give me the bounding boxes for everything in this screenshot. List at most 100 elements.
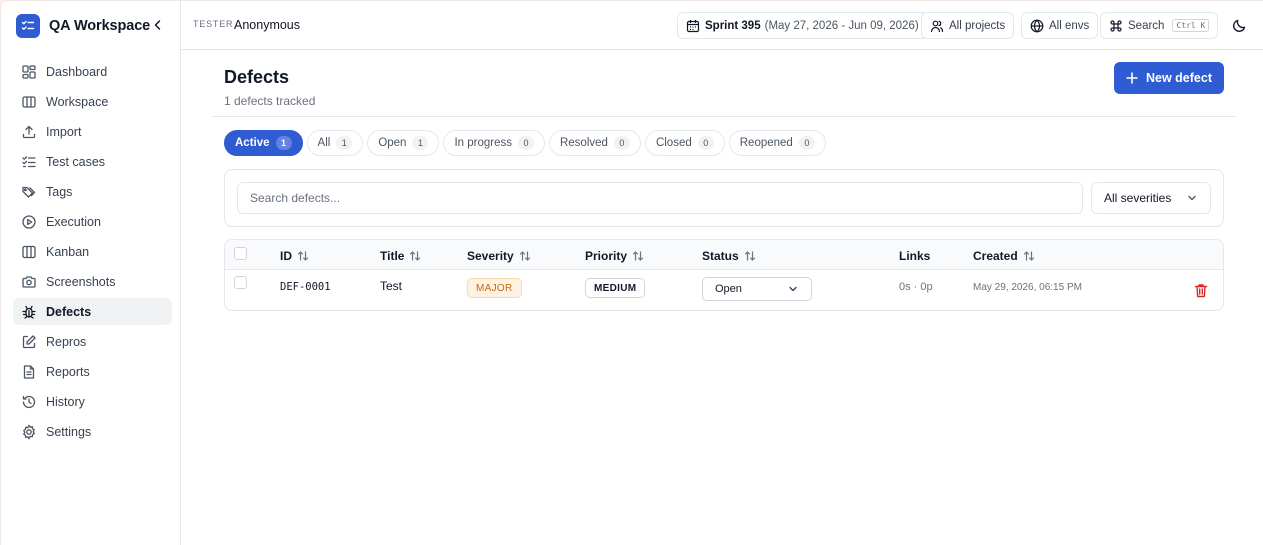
sidebar-item-label: Reports [46, 364, 90, 379]
new-defect-button[interactable]: New defect [1114, 62, 1224, 94]
sidebar-item-label: Screenshots [46, 274, 116, 289]
globe-icon [1030, 18, 1044, 33]
brand: QA Workspace [16, 13, 171, 39]
delete-defect-button[interactable] [1194, 283, 1208, 298]
sidebar-item-defects[interactable]: Defects [13, 298, 172, 325]
table-header: ID Title Severity Priority Status Links … [225, 240, 1223, 270]
trash-icon [1194, 284, 1208, 298]
theme-toggle-button[interactable] [1232, 18, 1247, 33]
sprint-selector[interactable]: Sprint 395 (May 27, 2026 - Jun 09, 2026) [677, 12, 928, 39]
tab-label: In progress [454, 137, 512, 149]
camera-icon [22, 275, 36, 288]
column-header-created[interactable]: Created [973, 249, 1035, 263]
column-header-severity[interactable]: Severity [467, 249, 531, 263]
user-name: Anonymous [234, 18, 301, 32]
tab-count: 1 [412, 136, 429, 150]
column-header-status[interactable]: Status [702, 249, 756, 263]
sidebar-item-settings[interactable]: Settings [13, 418, 172, 445]
tab-active[interactable]: Active 1 [224, 130, 303, 156]
dashboard-icon [22, 64, 36, 79]
tab-in-progress[interactable]: In progress 0 [443, 130, 545, 156]
row-checkbox[interactable] [234, 276, 247, 289]
tab-resolved[interactable]: Resolved 0 [548, 130, 641, 156]
projects-label: All projects [949, 19, 1006, 32]
plus-icon [1126, 72, 1138, 84]
sidebar-nav: Dashboard Workspace Import Test cases Ta… [13, 58, 172, 448]
collapse-sidebar-button[interactable] [151, 18, 165, 32]
column-header-id[interactable]: ID [280, 249, 309, 263]
tab-all[interactable]: All 1 [306, 130, 364, 156]
chevron-down-icon [1188, 195, 1196, 201]
app-name: QA Workspace [49, 18, 151, 34]
column-label: Links [899, 249, 931, 263]
status-select-value: Open [715, 283, 742, 295]
sidebar-item-label: Import [46, 124, 82, 139]
chevron-left-icon [154, 20, 161, 30]
history-icon [22, 395, 36, 408]
table-row[interactable]: DEF-0001 Test MAJOR MEDIUM Open 0s · 0p … [225, 271, 1223, 310]
sidebar-item-dashboard[interactable]: Dashboard [13, 58, 172, 85]
column-header-title[interactable]: Title [380, 249, 421, 263]
tab-count: 0 [517, 136, 534, 150]
tab-label: Open [378, 137, 407, 149]
bug-icon [22, 305, 36, 319]
sprint-label: Sprint 395 [705, 19, 761, 32]
topbar: TESTER Anonymous Sprint 395 (May 27, 202… [181, 1, 1263, 50]
sidebar-item-label: Dashboard [46, 64, 108, 79]
severity-select[interactable]: All severities [1091, 182, 1211, 214]
severity-select-value: All severities [1104, 191, 1172, 205]
sidebar-item-label: Tags [46, 184, 73, 199]
sidebar-item-label: Workspace [46, 94, 109, 109]
tab-label: Closed [655, 137, 692, 149]
sidebar-item-label: History [46, 394, 85, 409]
tab-count: 1 [275, 136, 292, 150]
column-label: Title [380, 249, 405, 263]
sidebar-item-label: Test cases [46, 154, 106, 169]
tab-label: Resolved [559, 137, 608, 149]
search-button[interactable]: Search Ctrl K [1100, 12, 1219, 39]
defect-created: May 29, 2026, 06:15 PM [973, 282, 1082, 293]
sidebar-item-execution[interactable]: Execution [13, 208, 172, 235]
defects-table: ID Title Severity Priority Status Links … [224, 239, 1224, 311]
sidebar-item-tags[interactable]: Tags [13, 178, 172, 205]
user-role: TESTER [193, 19, 234, 29]
status-select[interactable]: Open [702, 277, 812, 301]
priority-badge: MEDIUM [585, 278, 646, 298]
tab-label: Reopened [739, 137, 793, 149]
page-title: Defects [224, 67, 290, 87]
sidebar-item-import[interactable]: Import [13, 118, 172, 145]
tab-reopened[interactable]: Reopened 0 [728, 130, 826, 156]
sidebar-item-label: Settings [46, 424, 92, 439]
gear-icon [22, 423, 36, 440]
envs-label: All envs [1049, 19, 1090, 32]
column-label: Created [973, 249, 1018, 263]
column-header-links: Links [899, 249, 930, 263]
tab-closed[interactable]: Closed 0 [644, 130, 725, 156]
envs-filter[interactable]: All envs [1021, 12, 1099, 39]
users-icon [930, 20, 944, 32]
column-header-priority[interactable]: Priority [585, 249, 644, 263]
calendar-icon [686, 19, 700, 32]
sidebar-item-history[interactable]: History [13, 388, 172, 415]
sidebar-item-repros[interactable]: Repros [13, 328, 172, 355]
select-all-checkbox[interactable] [234, 247, 247, 260]
checklist-icon [22, 155, 36, 167]
projects-filter[interactable]: All projects [921, 12, 1015, 39]
defect-title: Test [380, 279, 403, 293]
sidebar-item-reports[interactable]: Reports [13, 358, 172, 385]
severity-badge: MAJOR [467, 278, 522, 298]
tab-count: 0 [613, 136, 630, 150]
sidebar-item-kanban[interactable]: Kanban [13, 238, 172, 265]
sidebar: QA Workspace Dashboard Workspace Import … [1, 1, 181, 545]
app-logo-icon [16, 14, 40, 38]
tab-count: 0 [697, 136, 714, 150]
tab-open[interactable]: Open 1 [367, 130, 440, 156]
sort-icon [632, 251, 644, 261]
sidebar-item-workspace[interactable]: Workspace [13, 88, 172, 115]
main-content: Defects 1 defects tracked New defect Act… [181, 50, 1263, 545]
sidebar-item-screenshots[interactable]: Screenshots [13, 268, 172, 295]
sidebar-item-test-cases[interactable]: Test cases [13, 148, 172, 175]
search-defects-input[interactable] [237, 182, 1083, 214]
sort-icon [744, 251, 755, 261]
page-subtitle: 1 defects tracked [224, 94, 316, 108]
